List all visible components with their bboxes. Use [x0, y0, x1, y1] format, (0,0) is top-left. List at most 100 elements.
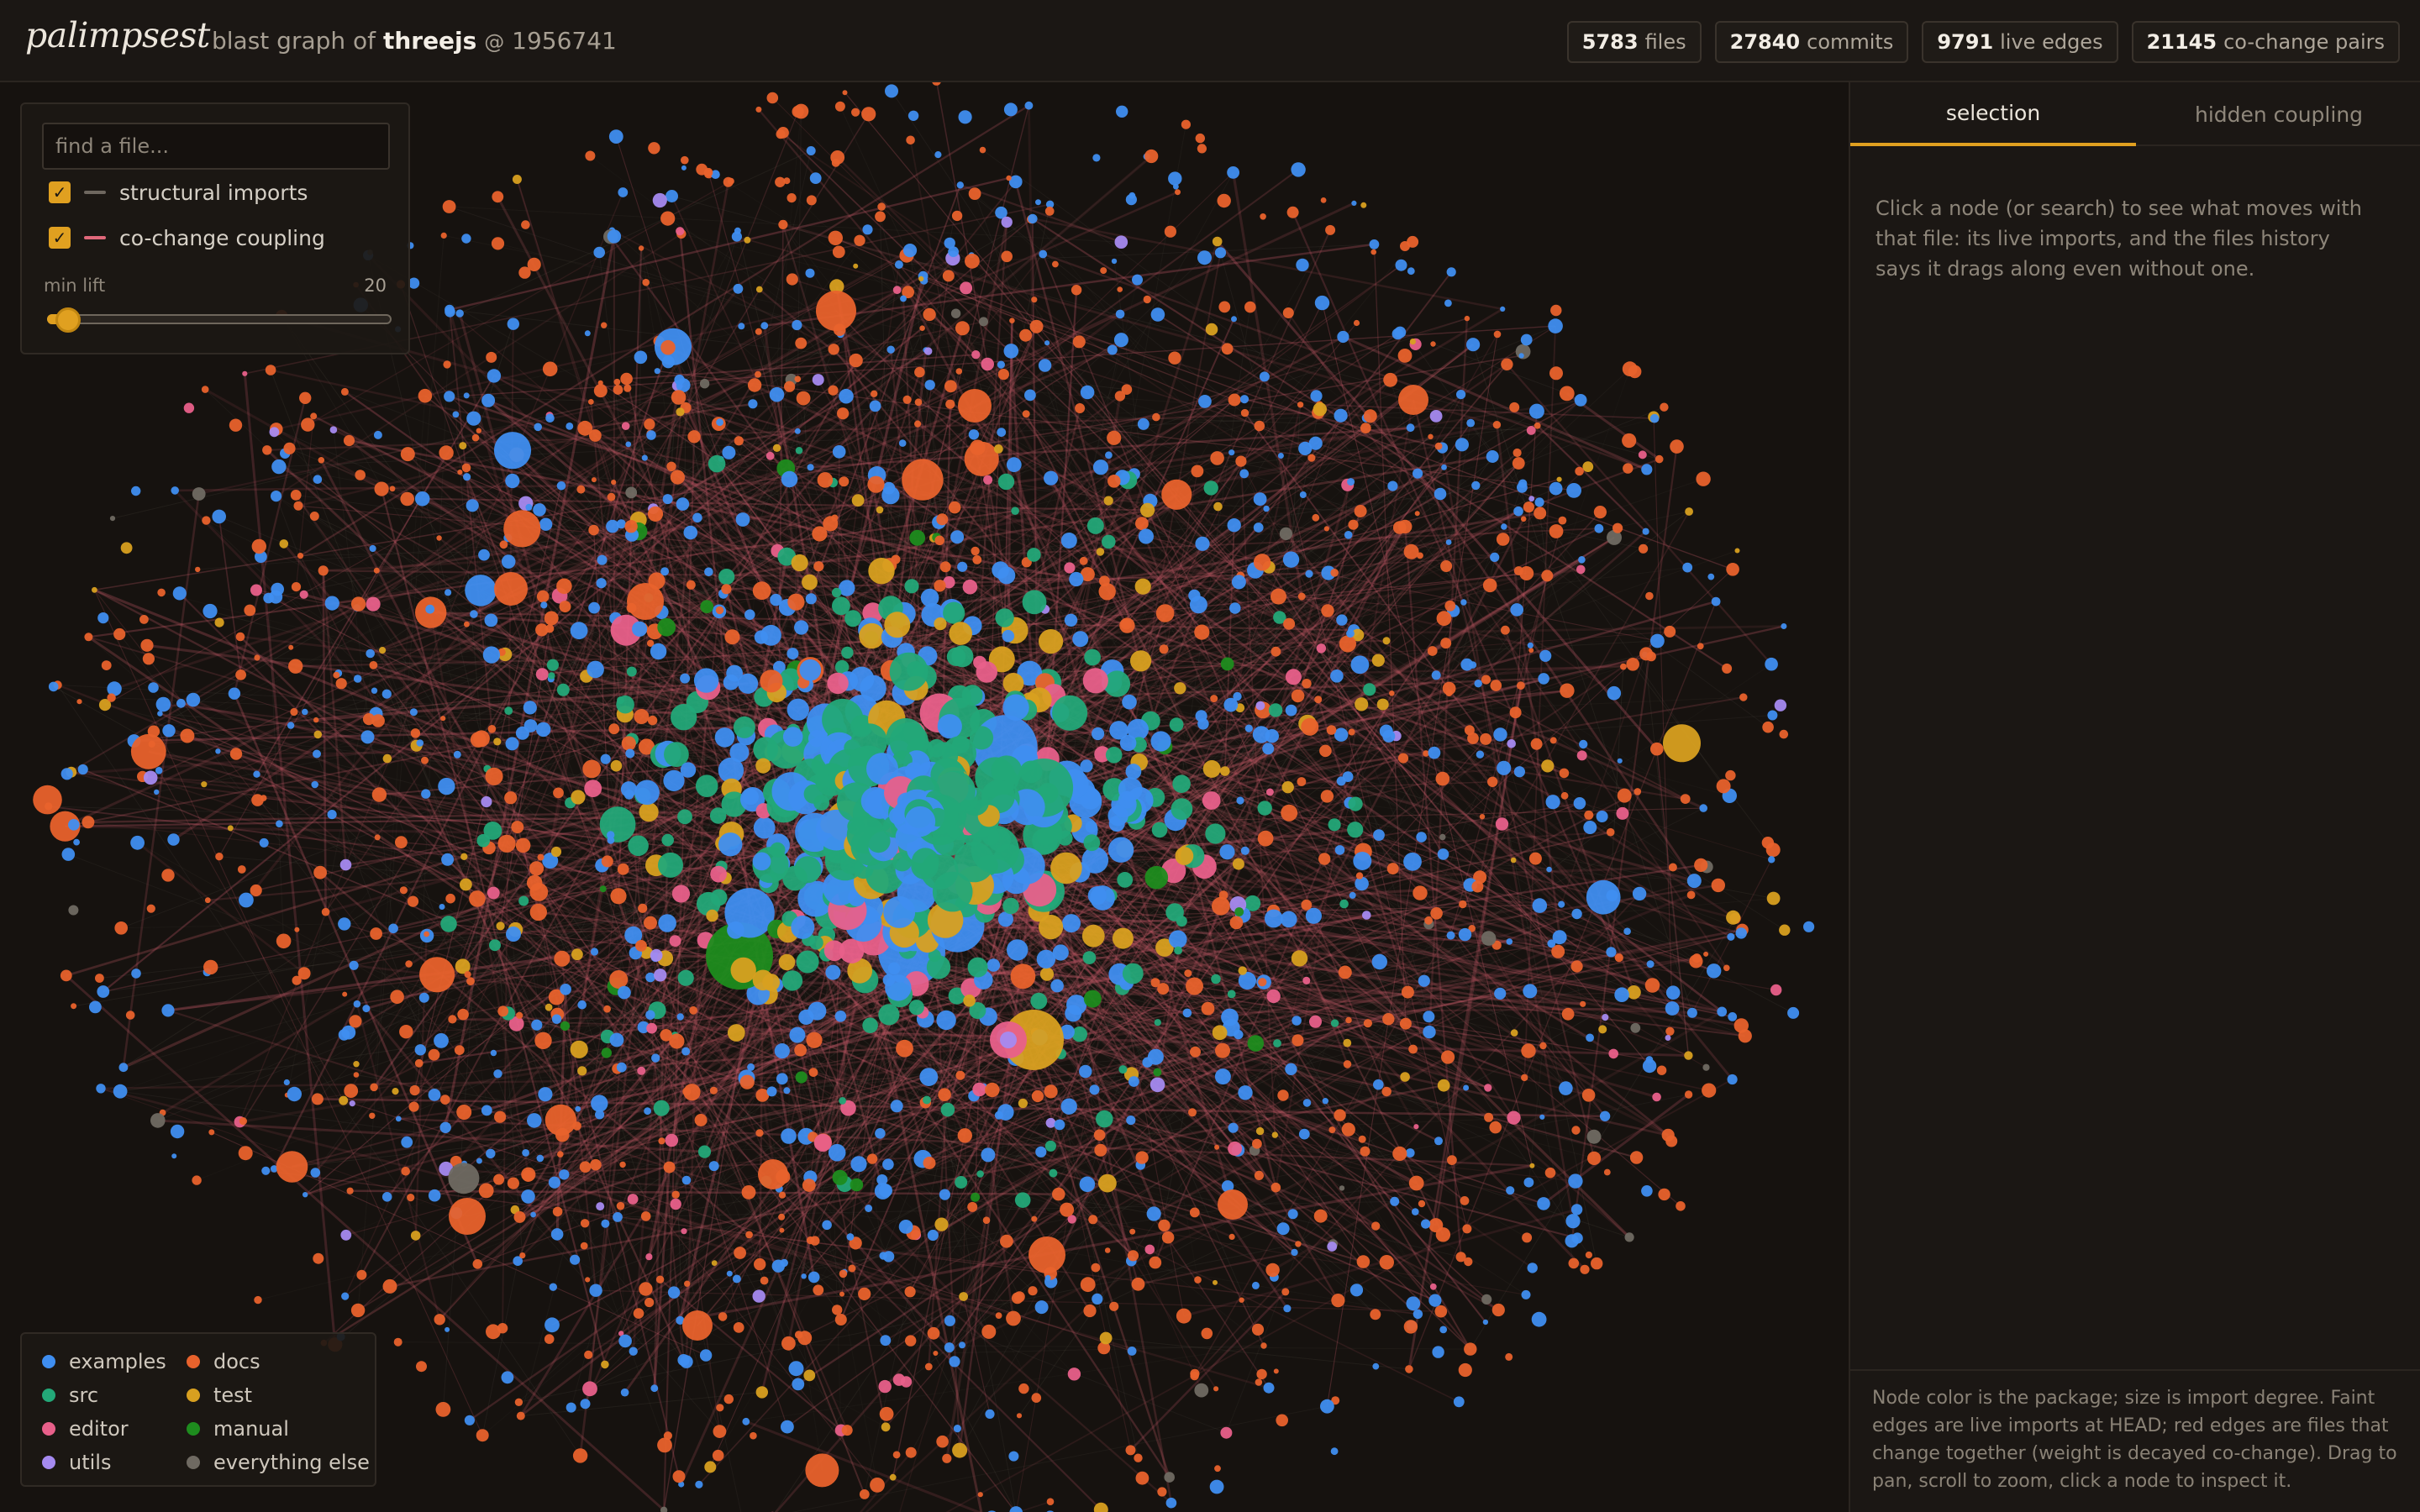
- file-node[interactable]: [1285, 1063, 1297, 1076]
- file-node[interactable]: [650, 643, 667, 660]
- file-node[interactable]: [1343, 1038, 1352, 1047]
- file-node[interactable]: [400, 447, 415, 462]
- file-node[interactable]: [1154, 1019, 1161, 1026]
- file-node[interactable]: [1409, 339, 1416, 345]
- file-node[interactable]: [1144, 149, 1159, 164]
- file-node[interactable]: [1630, 1022, 1641, 1033]
- file-search-input[interactable]: [42, 123, 390, 170]
- file-node[interactable]: [1413, 468, 1423, 479]
- file-node[interactable]: [71, 1003, 77, 1010]
- file-node[interactable]: [1254, 1170, 1264, 1180]
- file-node[interactable]: [1006, 175, 1012, 181]
- file-node[interactable]: [1501, 625, 1510, 635]
- file-node[interactable]: [663, 1161, 676, 1173]
- file-node[interactable]: [1392, 1146, 1407, 1161]
- file-node[interactable]: [143, 770, 158, 785]
- file-node[interactable]: [755, 328, 762, 335]
- file-node[interactable]: [1239, 395, 1249, 404]
- file-node[interactable]: [709, 1086, 718, 1095]
- file-node[interactable]: [1682, 562, 1693, 573]
- file-node[interactable]: [440, 716, 446, 722]
- file-node[interactable]: [1523, 1177, 1534, 1188]
- file-node[interactable]: [1307, 454, 1316, 462]
- file-node[interactable]: [1509, 402, 1520, 412]
- file-node[interactable]: [237, 865, 246, 874]
- file-node[interactable]: [1024, 389, 1036, 402]
- file-node[interactable]: [805, 268, 815, 278]
- file-node[interactable]: [587, 399, 594, 405]
- file-node[interactable]: [539, 517, 553, 531]
- file-node[interactable]: [1427, 646, 1438, 656]
- file-node[interactable]: [748, 399, 758, 409]
- file-node[interactable]: [1247, 1035, 1265, 1052]
- file-node[interactable]: [1608, 1048, 1618, 1059]
- file-node[interactable]: [808, 1068, 818, 1077]
- file-node[interactable]: [251, 538, 266, 554]
- file-node[interactable]: [505, 473, 520, 489]
- file-node[interactable]: [697, 1145, 712, 1158]
- file-node[interactable]: [235, 632, 245, 642]
- file-node[interactable]: [692, 512, 702, 523]
- file-node[interactable]: [1369, 239, 1380, 249]
- file-node[interactable]: [599, 885, 607, 893]
- file-node[interactable]: [535, 623, 549, 637]
- file-node[interactable]: [566, 423, 574, 430]
- file-node[interactable]: [1501, 523, 1507, 530]
- file-node[interactable]: [1660, 402, 1669, 412]
- file-node[interactable]: [739, 1074, 755, 1089]
- file-node[interactable]: [370, 1083, 378, 1092]
- file-node[interactable]: [733, 716, 755, 738]
- file-node[interactable]: [1135, 1471, 1150, 1485]
- file-node[interactable]: [1117, 286, 1123, 292]
- file-node[interactable]: [483, 822, 502, 840]
- file-node[interactable]: [1349, 1284, 1364, 1297]
- file-node[interactable]: [1092, 154, 1101, 162]
- file-node[interactable]: [1489, 1121, 1502, 1134]
- file-node[interactable]: [1060, 1098, 1077, 1115]
- file-node[interactable]: [654, 368, 660, 375]
- file-node[interactable]: [381, 1192, 392, 1202]
- file-node[interactable]: [625, 748, 635, 759]
- file-node[interactable]: [531, 1019, 543, 1031]
- file-node[interactable]: [349, 960, 359, 970]
- file-node[interactable]: [1099, 1331, 1113, 1345]
- file-node[interactable]: [1418, 1200, 1426, 1208]
- file-node[interactable]: [716, 1404, 724, 1412]
- file-node[interactable]: [1164, 225, 1176, 238]
- file-node[interactable]: [1079, 1176, 1096, 1193]
- file-node[interactable]: [405, 960, 413, 968]
- file-node[interactable]: [981, 357, 994, 371]
- file-node[interactable]: [464, 1415, 476, 1425]
- file-node[interactable]: [637, 1066, 646, 1075]
- file-node[interactable]: [908, 110, 919, 121]
- file-node[interactable]: [950, 308, 961, 318]
- file-node[interactable]: [1739, 693, 1748, 701]
- file-node[interactable]: [1583, 821, 1597, 834]
- file-node[interactable]: [963, 995, 976, 1007]
- file-node[interactable]: [440, 916, 457, 932]
- file-node[interactable]: [834, 1314, 847, 1326]
- file-node[interactable]: [1466, 338, 1481, 352]
- file-node[interactable]: [681, 155, 689, 165]
- file-node[interactable]: [154, 789, 160, 795]
- file-node[interactable]: [582, 1381, 597, 1397]
- file-node[interactable]: [1444, 600, 1456, 612]
- file-node[interactable]: [1370, 1309, 1381, 1320]
- file-node[interactable]: [713, 1425, 727, 1438]
- file-node[interactable]: [1098, 1173, 1117, 1193]
- file-node[interactable]: [350, 596, 366, 612]
- file-node[interactable]: [1506, 938, 1513, 945]
- file-node[interactable]: [1297, 402, 1304, 408]
- file-node[interactable]: [1469, 661, 1477, 669]
- file-node[interactable]: [672, 1470, 686, 1483]
- file-node[interactable]: [1568, 1173, 1583, 1189]
- file-node[interactable]: [1228, 449, 1235, 456]
- file-node[interactable]: [370, 927, 382, 940]
- file-node[interactable]: [1471, 480, 1481, 491]
- file-node[interactable]: [276, 820, 283, 827]
- file-node[interactable]: [239, 1117, 247, 1126]
- file-node[interactable]: [192, 1175, 202, 1185]
- file-node[interactable]: [313, 865, 327, 879]
- file-node[interactable]: [741, 1185, 756, 1200]
- file-node[interactable]: [544, 1317, 560, 1333]
